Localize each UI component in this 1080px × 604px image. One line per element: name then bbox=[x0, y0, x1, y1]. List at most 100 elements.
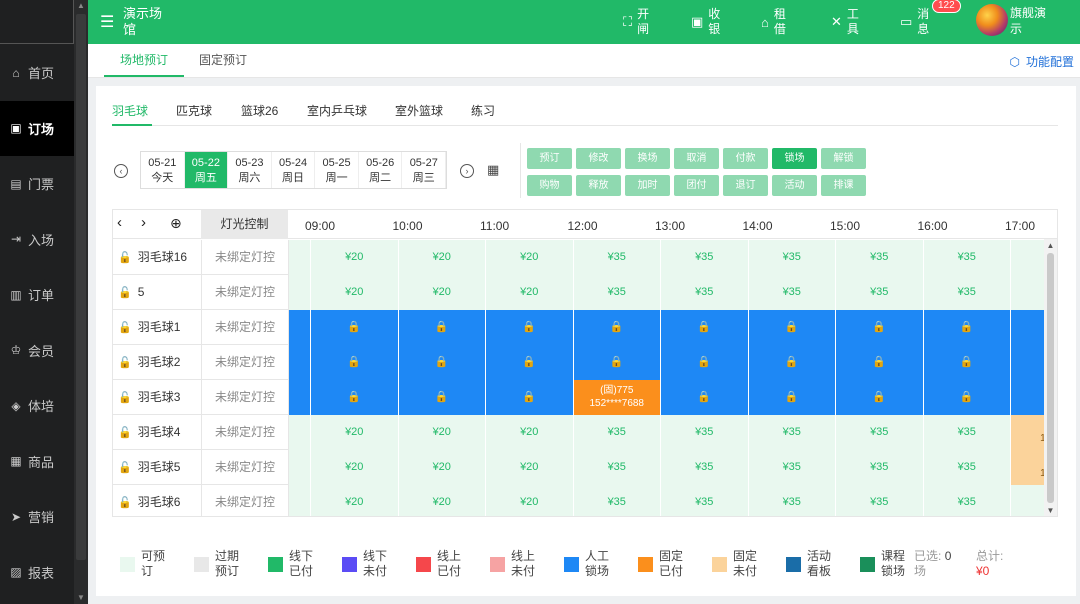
unlock-icon[interactable]: 🔓 bbox=[118, 287, 132, 299]
tab-sport-0[interactable]: 羽毛球 bbox=[112, 102, 148, 119]
time-slot[interactable]: ¥35 bbox=[748, 240, 836, 275]
time-slot[interactable]: ¥35 bbox=[923, 240, 1011, 275]
time-slot[interactable]: ¥20 bbox=[398, 485, 486, 516]
time-slot[interactable]: 🔒 bbox=[398, 310, 486, 345]
time-slot[interactable]: ¥35 bbox=[661, 415, 749, 450]
time-slot[interactable]: 🔒 bbox=[311, 310, 399, 345]
time-slot-lead[interactable] bbox=[289, 485, 311, 516]
time-slot-lead[interactable] bbox=[289, 240, 311, 275]
action-button-row2-3[interactable]: 团付 bbox=[674, 175, 719, 196]
time-slot[interactable]: ¥35 bbox=[923, 485, 1011, 516]
time-slot[interactable]: ¥35 bbox=[748, 275, 836, 310]
grid-scroll-thumb[interactable] bbox=[1047, 253, 1054, 503]
time-slot-lead[interactable] bbox=[289, 380, 311, 415]
action-button-row1-1[interactable]: 修改 bbox=[576, 148, 621, 169]
time-slot[interactable]: ¥20 bbox=[486, 415, 574, 450]
time-slot[interactable]: 🔒 bbox=[836, 380, 924, 415]
tab-sport-5[interactable]: 练习 bbox=[471, 102, 495, 119]
date-cell-2[interactable]: 05-23 周六 bbox=[228, 152, 272, 188]
time-slot[interactable]: 🔒 bbox=[836, 345, 924, 380]
topbar-item-1[interactable]: ▣ 收银 bbox=[691, 7, 722, 37]
time-slot[interactable]: ¥35 bbox=[573, 485, 661, 516]
time-slot[interactable]: 🔒 bbox=[923, 380, 1011, 415]
sidebar-item-5[interactable]: ♔ 会员 bbox=[0, 323, 74, 379]
time-slot-lead[interactable] bbox=[289, 415, 311, 450]
action-button-row2-6[interactable]: 排课 bbox=[821, 175, 866, 196]
tab-sport-1[interactable]: 匹克球 bbox=[176, 102, 212, 119]
topbar-item-3[interactable]: ✕ 工具 bbox=[831, 7, 861, 37]
date-cell-1[interactable]: 05-22 周五 bbox=[184, 152, 229, 188]
time-slot[interactable]: ¥20 bbox=[398, 415, 486, 450]
calendar-icon[interactable]: ▦ bbox=[487, 162, 499, 178]
tab-sport-2[interactable]: 篮球26 bbox=[241, 102, 278, 119]
time-slot[interactable]: 🔒 bbox=[748, 345, 836, 380]
time-slot[interactable]: ¥20 bbox=[486, 450, 574, 485]
topbar-item-0[interactable]: ⛶ 开闸 bbox=[623, 7, 651, 37]
time-slot[interactable]: ¥35 bbox=[661, 240, 749, 275]
time-slot[interactable]: 🔒 bbox=[311, 380, 399, 415]
date-prev-icon[interactable]: ‹ bbox=[114, 164, 128, 178]
action-button-row1-4[interactable]: 付款 bbox=[723, 148, 768, 169]
time-slot-lead[interactable] bbox=[289, 450, 311, 485]
time-slot-lead[interactable] bbox=[289, 310, 311, 345]
date-cell-3[interactable]: 05-24 周日 bbox=[272, 152, 316, 188]
unlock-icon[interactable]: 🔓 bbox=[118, 462, 132, 474]
time-slot[interactable]: ¥35 bbox=[661, 450, 749, 485]
time-slot[interactable]: 🔒 bbox=[573, 310, 661, 345]
sidebar-scrollbar[interactable]: ▲ ▼ bbox=[74, 0, 88, 604]
sidebar-item-8[interactable]: ➤ 营销 bbox=[0, 489, 74, 545]
time-slot[interactable]: 🔒 bbox=[486, 345, 574, 380]
grid-scroll-down-icon[interactable]: ▼ bbox=[1044, 506, 1057, 515]
scroll-down-icon[interactable]: ▼ bbox=[76, 592, 86, 604]
subtab-1[interactable]: 固定预订 bbox=[188, 44, 258, 77]
sidebar-item-4[interactable]: ▥ 订单 bbox=[0, 267, 74, 323]
time-slot[interactable]: 🔒 bbox=[923, 310, 1011, 345]
time-slot[interactable]: ¥35 bbox=[836, 415, 924, 450]
unlock-icon[interactable]: 🔓 bbox=[118, 427, 132, 439]
time-slot[interactable]: 🔒 bbox=[661, 310, 749, 345]
chevron-left-icon[interactable]: ‹ bbox=[117, 214, 122, 231]
time-slot[interactable]: ¥20 bbox=[398, 240, 486, 275]
time-slot[interactable]: ¥35 bbox=[573, 415, 661, 450]
time-slot[interactable]: (固)775 152****7688 bbox=[573, 380, 661, 415]
time-slot[interactable]: 🔒 bbox=[661, 380, 749, 415]
time-slot[interactable]: 🔒 bbox=[748, 310, 836, 345]
time-slot[interactable]: ¥35 bbox=[573, 450, 661, 485]
sidebar-item-3[interactable]: ⇥ 入场 bbox=[0, 212, 74, 268]
time-slot[interactable]: ¥35 bbox=[923, 415, 1011, 450]
menu-collapse-icon[interactable]: ☰ bbox=[100, 12, 114, 32]
date-next-icon[interactable]: › bbox=[460, 164, 474, 178]
time-slot[interactable]: ¥20 bbox=[398, 275, 486, 310]
time-slot[interactable]: 🔒 bbox=[486, 310, 574, 345]
tab-sport-3[interactable]: 室内乒乓球 bbox=[307, 102, 367, 119]
time-slot[interactable]: ¥20 bbox=[398, 450, 486, 485]
unlock-icon[interactable]: 🔓 bbox=[118, 497, 132, 509]
date-cell-0[interactable]: 05-21 今天 bbox=[141, 152, 185, 188]
time-slot[interactable]: ¥35 bbox=[836, 240, 924, 275]
action-button-row1-5[interactable]: 锁场 bbox=[772, 148, 817, 169]
time-slot[interactable]: ¥35 bbox=[748, 450, 836, 485]
time-slot[interactable]: 🔒 bbox=[573, 345, 661, 380]
time-slot-lead[interactable] bbox=[289, 345, 311, 380]
time-slot[interactable]: ¥20 bbox=[486, 485, 574, 516]
sidebar-item-2[interactable]: ▤ 门票 bbox=[0, 156, 74, 212]
grid-scroll-up-icon[interactable]: ▲ bbox=[1044, 241, 1057, 250]
time-slot[interactable]: 🔒 bbox=[836, 310, 924, 345]
action-button-row2-1[interactable]: 释放 bbox=[576, 175, 621, 196]
time-slot[interactable]: 🔒 bbox=[748, 380, 836, 415]
action-button-row2-2[interactable]: 加时 bbox=[625, 175, 670, 196]
action-button-row2-5[interactable]: 活动 bbox=[772, 175, 817, 196]
unlock-icon[interactable]: 🔓 bbox=[118, 322, 132, 334]
unlock-icon[interactable]: 🔓 bbox=[118, 392, 132, 404]
time-slot[interactable]: ¥20 bbox=[486, 240, 574, 275]
time-slot[interactable]: ¥20 bbox=[311, 450, 399, 485]
time-slot[interactable]: ¥35 bbox=[836, 485, 924, 516]
sidebar-item-0[interactable]: ⌂ 首页 bbox=[0, 45, 74, 101]
action-button-row2-4[interactable]: 退订 bbox=[723, 175, 768, 196]
date-cell-5[interactable]: 05-26 周二 bbox=[359, 152, 403, 188]
time-slot[interactable]: ¥35 bbox=[836, 450, 924, 485]
tab-sport-4[interactable]: 室外篮球 bbox=[395, 102, 443, 119]
time-slot[interactable]: 🔒 bbox=[661, 345, 749, 380]
zoom-in-icon[interactable]: ⊕ bbox=[170, 215, 182, 232]
time-slot[interactable]: ¥35 bbox=[573, 240, 661, 275]
